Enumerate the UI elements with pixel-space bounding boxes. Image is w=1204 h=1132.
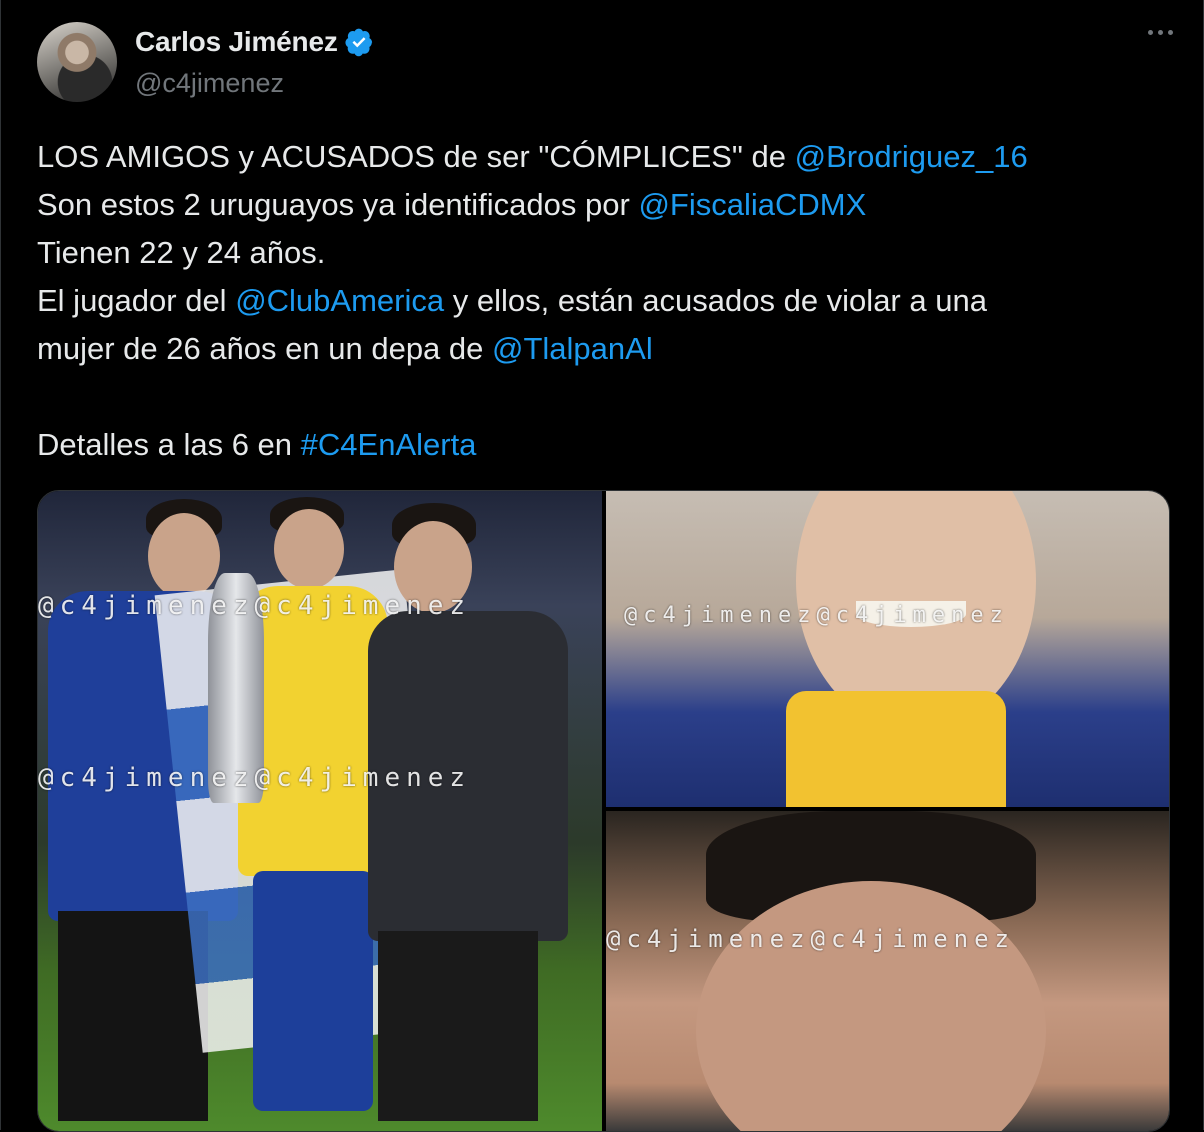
tweet-line-5: mujer de 26 años en un depa de @TlalpanA…	[37, 325, 1177, 373]
photo-figure	[378, 931, 538, 1121]
more-options-icon[interactable]	[1148, 30, 1173, 35]
author-display-name[interactable]: Carlos Jiménez	[135, 26, 338, 58]
hashtag-c4enalerta[interactable]: #C4EnAlerta	[301, 427, 477, 462]
watermark: @c4jimenez@c4jimenez	[624, 603, 1009, 628]
tweet-text: LOS AMIGOS y ACUSADOS de ser "CÓMPLICES"…	[37, 133, 1177, 469]
verified-badge-icon	[345, 28, 372, 57]
tweet-text-segment: Detalles a las 6 en	[37, 427, 301, 462]
tweet-text-segment: Son estos 2 uruguayos ya identificados p…	[37, 187, 639, 222]
tweet-line-3: Tienen 22 y 24 años.	[37, 235, 326, 270]
mention-fiscaliacdmx[interactable]: @FiscaliaCDMX	[638, 187, 866, 222]
mention-tlalpanal[interactable]: @TlalpanAl	[492, 331, 653, 366]
photo-figure	[253, 871, 373, 1111]
tweet-text-segment: y ellos, están acusados de violar a una	[444, 283, 987, 318]
avatar[interactable]	[37, 22, 117, 102]
tweet-line-4: El jugador del @ClubAmerica y ellos, est…	[37, 277, 1177, 325]
photo-figure	[58, 911, 208, 1121]
media-grid: @c4jimenez@c4jimenez @c4jimenez@c4jimene…	[37, 490, 1170, 1132]
tweet-text-segment: LOS AMIGOS y ACUSADOS de ser "CÓMPLICES"…	[37, 139, 795, 174]
photo-celebration[interactable]: @c4jimenez@c4jimenez @c4jimenez@c4jimene…	[38, 491, 602, 1131]
tweet-card: Carlos Jiménez @c4jimenez LOS AMIGOS y A…	[0, 0, 1204, 1132]
mention-brodriguez[interactable]: @Brodriguez_16	[795, 139, 1028, 174]
watermark: @c4jimenez@c4jimenez	[38, 591, 472, 621]
photo-figure	[148, 513, 220, 599]
mention-clubamerica[interactable]: @ClubAmerica	[235, 283, 444, 318]
tweet-text-segment: El jugador del	[37, 283, 236, 318]
tweet-line-2: Son estos 2 uruguayos ya identificados p…	[37, 181, 1177, 229]
watermark: @c4jimenez@c4jimenez	[38, 763, 472, 793]
photo-figure	[274, 509, 344, 589]
tweet-line-1: LOS AMIGOS y ACUSADOS de ser "CÓMPLICES"…	[37, 133, 1177, 181]
author-name-row: Carlos Jiménez	[135, 26, 374, 58]
tweet-text-segment: mujer de 26 años en un depa de	[37, 331, 493, 366]
author-handle[interactable]: @c4jimenez	[135, 68, 284, 99]
watermark: @c4jimenez@c4jimenez	[606, 925, 1015, 953]
tweet-line-7: Detalles a las 6 en #C4EnAlerta	[37, 421, 1177, 469]
photo-collar	[786, 691, 1006, 807]
photo-closeup-top[interactable]: @c4jimenez@c4jimenez	[606, 491, 1169, 807]
photo-closeup-bottom[interactable]: @c4jimenez@c4jimenez	[606, 811, 1169, 1131]
